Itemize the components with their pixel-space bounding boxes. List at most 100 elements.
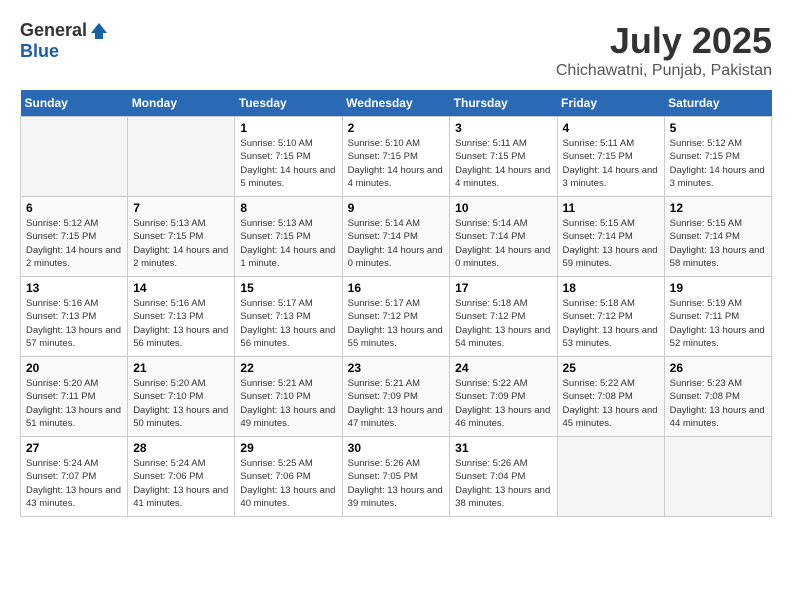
week-row-1: 6 Sunrise: 5:12 AM Sunset: 7:15 PM Daylig…	[21, 197, 772, 277]
day-number: 14	[133, 281, 229, 295]
day-number: 8	[240, 201, 336, 215]
logo-icon	[89, 21, 109, 41]
day-number: 21	[133, 361, 229, 375]
day-info: Sunrise: 5:16 AM Sunset: 7:13 PM Dayligh…	[133, 297, 229, 350]
day-info: Sunrise: 5:15 AM Sunset: 7:14 PM Dayligh…	[670, 217, 766, 270]
day-number: 5	[670, 121, 766, 135]
day-number: 28	[133, 441, 229, 455]
day-cell: 27 Sunrise: 5:24 AM Sunset: 7:07 PM Dayli…	[21, 437, 128, 517]
day-cell: 16 Sunrise: 5:17 AM Sunset: 7:12 PM Dayli…	[342, 277, 450, 357]
day-info: Sunrise: 5:17 AM Sunset: 7:12 PM Dayligh…	[348, 297, 445, 350]
day-info: Sunrise: 5:23 AM Sunset: 7:08 PM Dayligh…	[670, 377, 766, 430]
day-info: Sunrise: 5:24 AM Sunset: 7:07 PM Dayligh…	[26, 457, 122, 510]
day-number: 16	[348, 281, 445, 295]
day-number: 6	[26, 201, 122, 215]
day-cell: 1 Sunrise: 5:10 AM Sunset: 7:15 PM Daylig…	[235, 117, 342, 197]
day-number: 1	[240, 121, 336, 135]
day-number: 20	[26, 361, 122, 375]
day-cell: 4Sunrise: 5:11 AM Sunset: 7:15 PM Daylig…	[557, 117, 664, 197]
header-wednesday: Wednesday	[342, 90, 450, 117]
day-number: 26	[670, 361, 766, 375]
day-cell: 17 Sunrise: 5:18 AM Sunset: 7:12 PM Dayli…	[450, 277, 557, 357]
day-info: Sunrise: 5:10 AM Sunset: 7:15 PM Dayligh…	[240, 137, 336, 190]
day-info: Sunrise: 5:10 AM Sunset: 7:15 PM Dayligh…	[348, 137, 445, 190]
calendar-header-row: SundayMondayTuesdayWednesdayThursdayFrid…	[21, 90, 772, 117]
day-info: Sunrise: 5:17 AM Sunset: 7:13 PM Dayligh…	[240, 297, 336, 350]
day-info: Sunrise: 5:13 AM Sunset: 7:15 PM Dayligh…	[133, 217, 229, 270]
page-header: General Blue July 2025 Chichawatni, Punj…	[20, 20, 772, 80]
day-number: 9	[348, 201, 445, 215]
day-number: 7	[133, 201, 229, 215]
day-cell: 7 Sunrise: 5:13 AM Sunset: 7:15 PM Daylig…	[128, 197, 235, 277]
day-number: 12	[670, 201, 766, 215]
day-info: Sunrise: 5:14 AM Sunset: 7:14 PM Dayligh…	[348, 217, 445, 270]
day-cell: 10 Sunrise: 5:14 AM Sunset: 7:14 PM Dayli…	[450, 197, 557, 277]
header-tuesday: Tuesday	[235, 90, 342, 117]
day-info: Sunrise: 5:19 AM Sunset: 7:11 PM Dayligh…	[670, 297, 766, 350]
day-number: 17	[455, 281, 551, 295]
day-info: Sunrise: 5:16 AM Sunset: 7:13 PM Dayligh…	[26, 297, 122, 350]
day-number: 23	[348, 361, 445, 375]
day-info: Sunrise: 5:18 AM Sunset: 7:12 PM Dayligh…	[455, 297, 551, 350]
day-cell: 3Sunrise: 5:11 AM Sunset: 7:15 PM Daylig…	[450, 117, 557, 197]
header-monday: Monday	[128, 90, 235, 117]
day-number: 19	[670, 281, 766, 295]
calendar-table: SundayMondayTuesdayWednesdayThursdayFrid…	[20, 90, 772, 517]
day-info: Sunrise: 5:21 AM Sunset: 7:09 PM Dayligh…	[348, 377, 445, 430]
day-cell: 22Sunrise: 5:21 AM Sunset: 7:10 PM Dayli…	[235, 357, 342, 437]
day-cell	[557, 437, 664, 517]
week-row-4: 27 Sunrise: 5:24 AM Sunset: 7:07 PM Dayli…	[21, 437, 772, 517]
day-cell	[128, 117, 235, 197]
day-info: Sunrise: 5:20 AM Sunset: 7:10 PM Dayligh…	[133, 377, 229, 430]
day-info: Sunrise: 5:15 AM Sunset: 7:14 PM Dayligh…	[563, 217, 659, 270]
day-number: 27	[26, 441, 122, 455]
day-cell: 5Sunrise: 5:12 AM Sunset: 7:15 PM Daylig…	[664, 117, 771, 197]
day-cell: 31 Sunrise: 5:26 AM Sunset: 7:04 PM Dayli…	[450, 437, 557, 517]
day-info: Sunrise: 5:20 AM Sunset: 7:11 PM Dayligh…	[26, 377, 122, 430]
day-cell: 6 Sunrise: 5:12 AM Sunset: 7:15 PM Daylig…	[21, 197, 128, 277]
day-info: Sunrise: 5:14 AM Sunset: 7:14 PM Dayligh…	[455, 217, 551, 270]
day-cell: 30Sunrise: 5:26 AM Sunset: 7:05 PM Dayli…	[342, 437, 450, 517]
day-number: 10	[455, 201, 551, 215]
day-number: 11	[563, 201, 659, 215]
day-info: Sunrise: 5:11 AM Sunset: 7:15 PM Dayligh…	[455, 137, 551, 190]
day-cell: 11 Sunrise: 5:15 AM Sunset: 7:14 PM Dayli…	[557, 197, 664, 277]
day-cell: 19 Sunrise: 5:19 AM Sunset: 7:11 PM Dayli…	[664, 277, 771, 357]
day-cell: 12 Sunrise: 5:15 AM Sunset: 7:14 PM Dayli…	[664, 197, 771, 277]
day-cell: 15 Sunrise: 5:17 AM Sunset: 7:13 PM Dayli…	[235, 277, 342, 357]
day-info: Sunrise: 5:18 AM Sunset: 7:12 PM Dayligh…	[563, 297, 659, 350]
day-number: 2	[348, 121, 445, 135]
week-row-2: 13Sunrise: 5:16 AM Sunset: 7:13 PM Dayli…	[21, 277, 772, 357]
week-row-0: 1 Sunrise: 5:10 AM Sunset: 7:15 PM Daylig…	[21, 117, 772, 197]
logo-blue: Blue	[20, 41, 59, 62]
day-number: 31	[455, 441, 551, 455]
day-cell: 26 Sunrise: 5:23 AM Sunset: 7:08 PM Dayli…	[664, 357, 771, 437]
location-subtitle: Chichawatni, Punjab, Pakistan	[556, 62, 772, 80]
day-info: Sunrise: 5:26 AM Sunset: 7:04 PM Dayligh…	[455, 457, 551, 510]
day-info: Sunrise: 5:24 AM Sunset: 7:06 PM Dayligh…	[133, 457, 229, 510]
day-cell: 29 Sunrise: 5:25 AM Sunset: 7:06 PM Dayli…	[235, 437, 342, 517]
month-title: July 2025	[556, 20, 772, 62]
day-info: Sunrise: 5:12 AM Sunset: 7:15 PM Dayligh…	[26, 217, 122, 270]
header-friday: Friday	[557, 90, 664, 117]
day-cell: 8Sunrise: 5:13 AM Sunset: 7:15 PM Daylig…	[235, 197, 342, 277]
day-info: Sunrise: 5:26 AM Sunset: 7:05 PM Dayligh…	[348, 457, 445, 510]
day-number: 24	[455, 361, 551, 375]
header-sunday: Sunday	[21, 90, 128, 117]
day-cell: 14 Sunrise: 5:16 AM Sunset: 7:13 PM Dayli…	[128, 277, 235, 357]
day-cell	[21, 117, 128, 197]
day-number: 29	[240, 441, 336, 455]
header-thursday: Thursday	[450, 90, 557, 117]
day-number: 4	[563, 121, 659, 135]
week-row-3: 20 Sunrise: 5:20 AM Sunset: 7:11 PM Dayli…	[21, 357, 772, 437]
logo-general: General	[20, 20, 87, 41]
day-number: 25	[563, 361, 659, 375]
day-cell: 18 Sunrise: 5:18 AM Sunset: 7:12 PM Dayli…	[557, 277, 664, 357]
day-cell: 13Sunrise: 5:16 AM Sunset: 7:13 PM Dayli…	[21, 277, 128, 357]
day-cell: 23 Sunrise: 5:21 AM Sunset: 7:09 PM Dayli…	[342, 357, 450, 437]
day-cell: 2 Sunrise: 5:10 AM Sunset: 7:15 PM Daylig…	[342, 117, 450, 197]
day-number: 18	[563, 281, 659, 295]
day-info: Sunrise: 5:21 AM Sunset: 7:10 PM Dayligh…	[240, 377, 336, 430]
day-info: Sunrise: 5:25 AM Sunset: 7:06 PM Dayligh…	[240, 457, 336, 510]
day-number: 15	[240, 281, 336, 295]
